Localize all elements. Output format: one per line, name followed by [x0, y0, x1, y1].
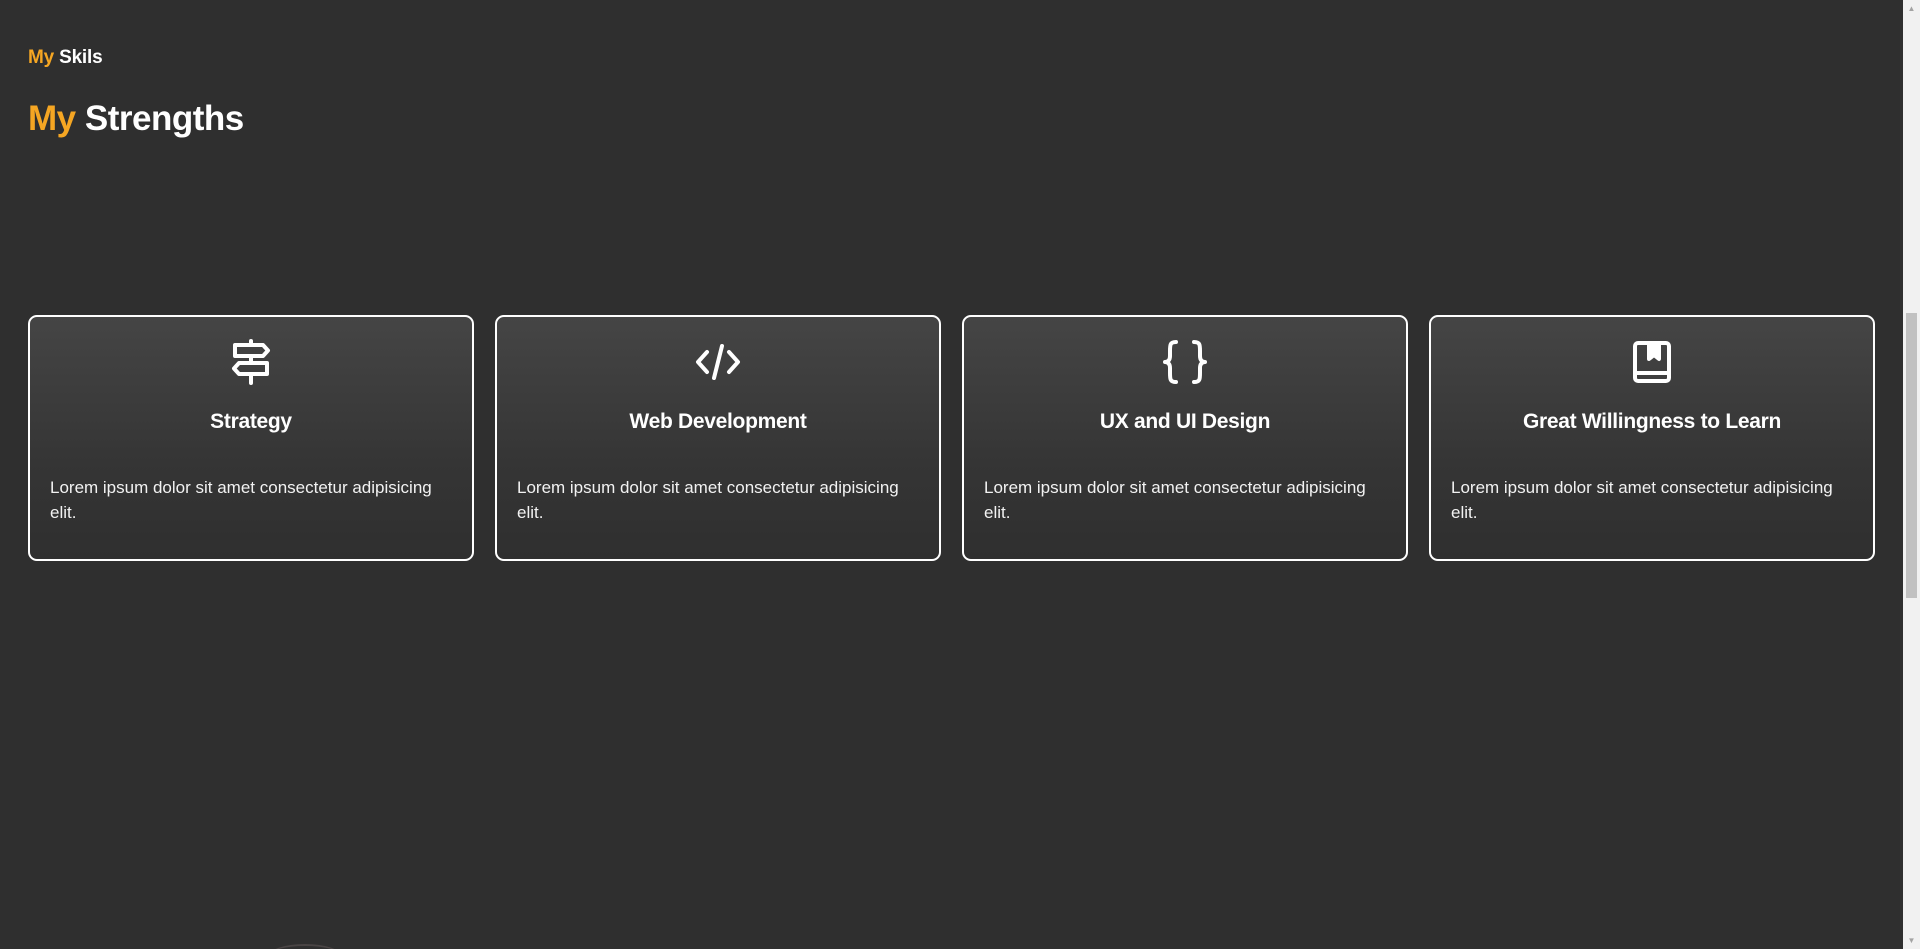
scrollbar-thumb[interactable]: [1906, 313, 1917, 598]
card-description: Lorem ipsum dolor sit amet consectetur a…: [517, 478, 899, 522]
vertical-scrollbar[interactable]: ▲ ▼: [1903, 0, 1920, 949]
section-eyebrow: My Skils: [28, 47, 103, 69]
title-text: Strengths: [84, 99, 244, 138]
signpost-icon: [228, 339, 274, 385]
scroll-down-arrow-icon[interactable]: ▼: [1903, 932, 1920, 949]
avatar: [270, 944, 340, 949]
section-title: My Strengths: [28, 99, 244, 139]
card-description: Lorem ipsum dolor sit amet consectetur a…: [1451, 478, 1833, 522]
title-accent: My: [28, 99, 76, 138]
curly-braces-icon: [1162, 339, 1208, 385]
card-title: UX and UI Design: [1099, 410, 1271, 433]
scroll-up-arrow-icon[interactable]: ▲: [1903, 0, 1920, 17]
card-title: Web Development: [629, 410, 807, 433]
card-description: Lorem ipsum dolor sit amet consectetur a…: [984, 478, 1366, 522]
card-title: Strategy: [210, 410, 292, 433]
strength-card-strategy: Strategy Lorem ipsum dolor sit amet cons…: [28, 315, 474, 561]
card-title: Great Willingness to Learn: [1522, 410, 1782, 433]
card-description: Lorem ipsum dolor sit amet consectetur a…: [50, 478, 432, 522]
strength-card-willingness-to-learn: Great Willingness to Learn Lorem ipsum d…: [1429, 315, 1875, 561]
strength-card-web-development: Web Development Lorem ipsum dolor sit am…: [495, 315, 941, 561]
strength-card-ux-ui-design: UX and UI Design Lorem ipsum dolor sit a…: [962, 315, 1408, 561]
strength-cards: Strategy Lorem ipsum dolor sit amet cons…: [28, 315, 1876, 561]
book-icon: [1629, 339, 1675, 385]
eyebrow-text: Skils: [59, 47, 103, 68]
code-icon: [695, 339, 741, 385]
page: My Skils My Strengths Strategy Lorem ips…: [0, 0, 1920, 949]
eyebrow-accent: My: [28, 47, 54, 68]
